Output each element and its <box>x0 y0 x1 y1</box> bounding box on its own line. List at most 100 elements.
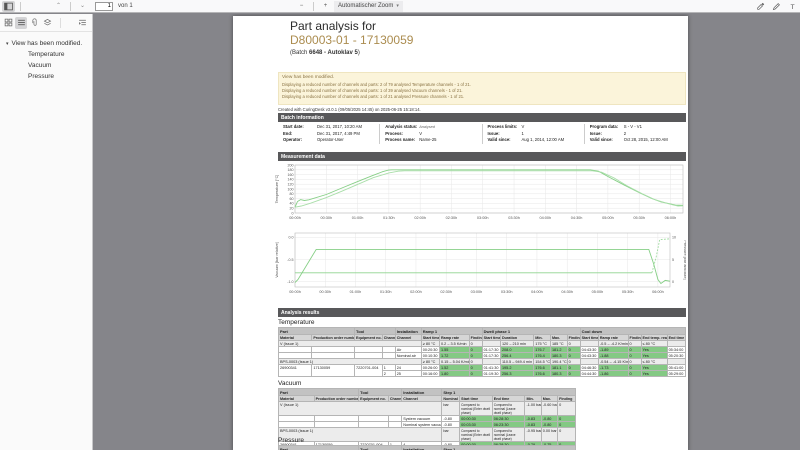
svg-text:06:00h: 06:00h <box>652 290 664 294</box>
chevron-down-icon: ⌄ <box>80 3 85 9</box>
next-page-button[interactable]: ⌄ <box>76 1 89 12</box>
notice-title: View has been modified. <box>282 75 682 80</box>
batch-info-value: S - V - V1 <box>624 124 642 131</box>
outline-root-item[interactable]: ▾ View has been modified. <box>0 38 92 49</box>
report-title: Part analysis for <box>290 19 376 33</box>
vacuum-table: PartToolInstallationStep 1MaterialProduc… <box>278 388 576 448</box>
svg-text:00:00h: 00:00h <box>289 290 301 294</box>
batch-info-row: Process:V <box>385 131 476 138</box>
draw-button[interactable] <box>770 1 782 12</box>
svg-text:00:30h: 00:30h <box>320 216 332 220</box>
svg-text:04:30h: 04:30h <box>561 290 573 294</box>
table-cell: 0 <box>567 371 580 377</box>
zoom-select[interactable]: Automatischer Zoom ▾ <box>334 1 403 12</box>
outline-item-vacuum[interactable]: Vacuum <box>0 60 92 71</box>
outline-root-label: View has been modified. <box>12 40 83 47</box>
table-cell: Yes <box>641 371 667 377</box>
svg-text:100: 100 <box>288 187 294 191</box>
document-viewer[interactable]: Part analysis for D80003-01 - 17130059 (… <box>93 14 800 450</box>
analysis-table: PartToolInstallationRamp 1Dwell phase 1C… <box>278 327 686 377</box>
batch-info-group: Program data:S - V - V1Issue:2Valid sinc… <box>584 124 686 144</box>
batch-info-value: V <box>419 131 422 138</box>
pdf-viewer-app: ⌃ ⌄ von 1 − + Automatischer Zoom ▾ T <box>0 0 800 450</box>
batch-info-value: V <box>522 124 525 131</box>
outline-current-item-button[interactable] <box>76 17 88 29</box>
table-group-header: Installation <box>402 446 442 450</box>
sidebar-layers-button[interactable] <box>41 17 53 29</box>
svg-text:5: 5 <box>672 258 674 262</box>
batch-info-label: Analysis status: <box>385 124 419 131</box>
outline-icon <box>17 18 26 27</box>
svg-text:03:30h: 03:30h <box>508 216 520 220</box>
batch-info-label: Operator: <box>283 137 317 144</box>
svg-text:05:30h: 05:30h <box>633 216 645 220</box>
pen-icon <box>772 2 781 11</box>
table-cell: 0.00 bar <box>541 428 557 442</box>
sidebar-attachments-button[interactable] <box>28 17 40 29</box>
pressure-table: PartToolInstallationStep 1MaterialProduc… <box>278 445 576 450</box>
batch-info-row: Valid since:Aug 1, 2014, 12:00 AM <box>488 137 579 144</box>
table-cell: 26900341 <box>279 365 312 377</box>
table-cell: 01:19:30 <box>482 371 500 377</box>
highlight-button[interactable] <box>754 1 766 12</box>
table-cell: Compared to nominal (Leave dwell phase) <box>492 402 525 416</box>
svg-text:03:00h: 03:00h <box>471 290 483 294</box>
batch-info-row: End:Dec 31, 2017, 4:49 PM <box>283 131 374 138</box>
batch-info-label: Process: <box>385 131 419 138</box>
svg-text:03:00h: 03:00h <box>477 216 489 220</box>
table-cell: bar <box>442 402 460 416</box>
toolbar-divider <box>313 2 314 11</box>
svg-text:Pressure [bar absolute]: Pressure [bar absolute] <box>683 240 686 279</box>
previous-page-button[interactable]: ⌃ <box>52 1 65 12</box>
outline-item-temperature[interactable]: Temperature <box>0 49 92 60</box>
batch-info-group: Analysis status:AnalysedProcess:VProcess… <box>379 124 481 144</box>
table-group-header: Installation <box>395 328 421 335</box>
text-annotation-button[interactable]: T <box>786 1 798 12</box>
page-number-input[interactable] <box>95 2 113 11</box>
svg-text:180: 180 <box>288 168 294 172</box>
table-group-header: Installation <box>402 389 442 396</box>
pressure-table-title: Pressure <box>278 437 304 444</box>
outline-item-pressure[interactable]: Pressure <box>0 71 92 82</box>
svg-text:04:00h: 04:00h <box>540 216 552 220</box>
batch-info-label: Process limits: <box>488 124 522 131</box>
batch-info-row: Program data:S - V - V1 <box>590 124 681 131</box>
svg-text:04:30h: 04:30h <box>571 216 583 220</box>
table-cell: -0.60 bar <box>541 402 557 416</box>
temperature-table-title: Temperature <box>278 319 315 326</box>
zoom-in-button[interactable]: + <box>320 3 331 9</box>
svg-text:03:30h: 03:30h <box>501 290 513 294</box>
section-header-batch-information: Batch information <box>278 113 686 122</box>
table-group-header: Ramp 1 <box>421 328 482 335</box>
batch-info-label: Valid since: <box>590 137 624 144</box>
svg-text:200: 200 <box>288 163 294 167</box>
zoom-out-button[interactable]: − <box>296 3 307 9</box>
table-cell: 25 <box>395 371 421 377</box>
sidebar-toggle-button[interactable] <box>2 1 15 12</box>
svg-text:-0.5: -0.5 <box>287 258 293 262</box>
table-cell: 00:16:00 <box>421 371 439 377</box>
table-cell: 05:29:00 <box>667 371 685 377</box>
batch-info-row: Valid since:Oct 28, 2015, 12:00 AM <box>590 137 681 144</box>
table-cell: Compared to nominal (Enter dwell phase) <box>460 402 493 416</box>
sidebar-thumbnails-button[interactable] <box>2 17 14 29</box>
table-row: BPS-0003 (Issue 1)barCompared to nominal… <box>279 428 576 442</box>
section-header-measurement-data: Measurement data <box>278 152 686 161</box>
analysis-table: PartToolInstallationStep 1MaterialProduc… <box>278 445 576 450</box>
svg-text:T: T <box>790 3 794 10</box>
svg-text:04:00h: 04:00h <box>531 290 543 294</box>
sidebar-toggle-icon <box>4 2 13 11</box>
layers-icon <box>43 18 52 27</box>
svg-text:120: 120 <box>288 183 294 187</box>
table-cell: Compared to nominal (Enter dwell phase) <box>460 428 493 442</box>
svg-text:01:00h: 01:00h <box>352 216 364 220</box>
svg-text:02:30h: 02:30h <box>446 216 458 220</box>
table-cell: bar <box>442 428 460 442</box>
svg-text:01:30h: 01:30h <box>383 216 395 220</box>
table-cell: 0 <box>469 371 482 377</box>
table-cell: 04:44:30 <box>580 371 598 377</box>
table-cell: 176.6 <box>534 371 551 377</box>
batch-info-row: Issue:2 <box>590 131 681 138</box>
batch-line: (Batch 6648 - Autoklav 5) <box>290 50 360 56</box>
sidebar-outline-button[interactable] <box>15 17 27 29</box>
